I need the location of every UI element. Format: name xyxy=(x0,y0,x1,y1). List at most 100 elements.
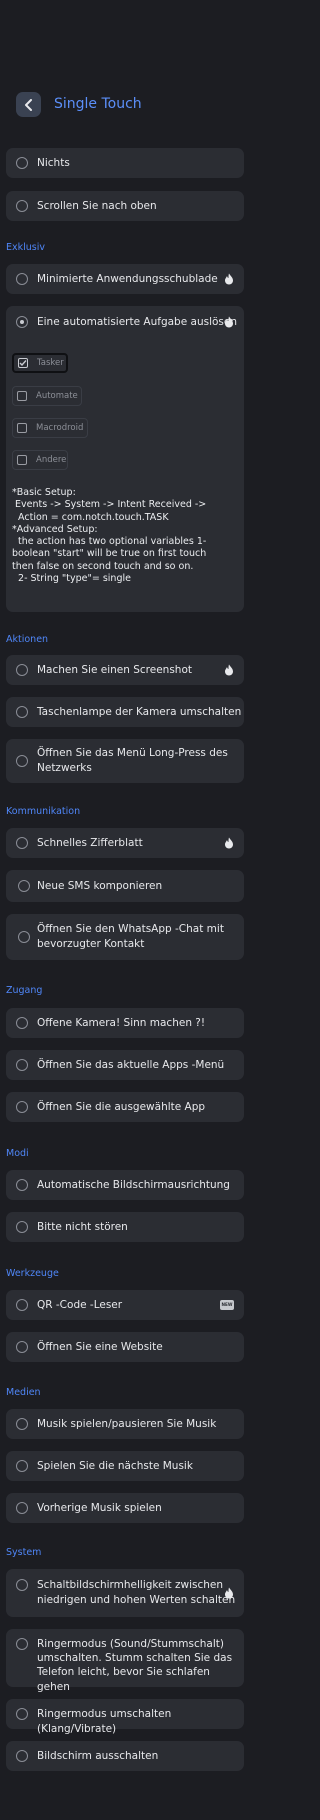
radio-button[interactable] xyxy=(16,1221,28,1233)
section-header-werkzeuge: Werkzeuge xyxy=(6,1268,59,1279)
option-label: Neue SMS komponieren xyxy=(37,880,163,892)
option-label: Spielen Sie die nächste Musik xyxy=(37,1460,193,1472)
flame-icon xyxy=(225,664,233,676)
section-header-kommunikation: Kommunikation xyxy=(6,806,81,817)
checkbox-label: Macrodroid xyxy=(36,423,84,433)
option-label: Öffnen Sie das aktuelle Apps -Menü xyxy=(37,1059,225,1071)
radio-button[interactable] xyxy=(18,931,30,943)
option-label: Ringermodus (Sound/Stummschalt) xyxy=(37,1638,224,1650)
option-label: Öffnen Sie die ausgewählte App xyxy=(37,1101,206,1113)
radio-button[interactable] xyxy=(16,664,28,676)
radio-button[interactable] xyxy=(16,1460,28,1472)
checkbox-unchecked[interactable] xyxy=(17,423,27,433)
page-title: Single Touch xyxy=(54,96,142,112)
checkbox-checked[interactable] xyxy=(18,358,28,368)
radio-button[interactable] xyxy=(16,1299,28,1311)
option-brightness[interactable]: Schaltbildschirmhelligkeit zwischen nied… xyxy=(6,1569,244,1617)
checkbox-unchecked[interactable] xyxy=(17,455,27,465)
option-current-apps[interactable]: Öffnen Sie das aktuelle Apps -Menü xyxy=(6,1050,244,1080)
option-ringer-vibrate[interactable]: Ringermodus umschalten (Klang/Vibrate) xyxy=(6,1699,244,1735)
option-website[interactable]: Öffnen Sie eine Website xyxy=(6,1332,244,1362)
option-label: Nichts xyxy=(37,157,70,169)
option-label: QR -Code -Leser xyxy=(37,1299,123,1311)
option-label: Minimierte Anwendungsschublade xyxy=(37,273,218,285)
radio-button[interactable] xyxy=(16,1638,28,1650)
option-label: Taschenlampe der Kamera umschalten xyxy=(37,706,242,718)
option-selected-app[interactable]: Öffnen Sie die ausgewählte App xyxy=(6,1092,244,1122)
radio-button[interactable] xyxy=(16,1502,28,1514)
back-button[interactable] xyxy=(16,92,41,117)
option-whatsapp[interactable]: Öffnen Sie den WhatsApp -Chat mit bevorz… xyxy=(6,914,244,960)
checkbox-label: Automate xyxy=(36,391,78,401)
section-header-exklusiv: Exklusiv xyxy=(6,242,45,253)
flame-icon xyxy=(225,273,233,285)
option-network-menu[interactable]: Öffnen Sie das Menü Long-Press des Netzw… xyxy=(6,739,244,783)
radio-button[interactable] xyxy=(16,273,28,285)
option-new-sms[interactable]: Neue SMS komponieren xyxy=(6,870,244,902)
checkbox-unchecked[interactable] xyxy=(17,391,27,401)
option-scroll-top[interactable]: Scrollen Sie nach oben xyxy=(6,191,244,221)
radio-button[interactable] xyxy=(16,837,28,849)
option-ringer-silent[interactable]: Ringermodus (Sound/Stummschalt) umschalt… xyxy=(6,1629,244,1693)
option-label: Öffnen Sie den WhatsApp -Chat mit xyxy=(37,923,224,935)
option-label: Öffnen Sie das Menü Long-Press des xyxy=(37,747,228,759)
option-flashlight[interactable]: Taschenlampe der Kamera umschalten xyxy=(6,697,244,727)
option-dnd[interactable]: Bitte nicht stören xyxy=(6,1212,244,1242)
setup-instructions: *Basic Setup: Events -> System -> Intent… xyxy=(12,487,207,585)
option-label: Offene Kamera! Sinn machen ?! xyxy=(37,1017,206,1029)
option-label: umschalten. Stumm schalten Sie das xyxy=(37,1652,233,1664)
radio-button[interactable] xyxy=(16,200,28,212)
option-label: Automatische Bildschirmausrichtung xyxy=(37,1179,230,1191)
checkmark-icon xyxy=(19,360,27,367)
option-label: Schnelles Zifferblatt xyxy=(37,837,143,849)
radio-button[interactable] xyxy=(16,706,28,718)
section-header-system: System xyxy=(6,1547,42,1558)
radio-button[interactable] xyxy=(16,157,28,169)
radio-button[interactable] xyxy=(16,1750,28,1762)
badge-text: NEW xyxy=(221,1302,233,1307)
option-music-play[interactable]: Musik spielen/pausieren Sie Musik xyxy=(6,1409,244,1439)
option-screen-off[interactable]: Bildschirm ausschalten xyxy=(6,1741,244,1771)
option-qr-reader[interactable]: QR -Code -Leser NEW xyxy=(6,1290,244,1320)
option-label: Netzwerks xyxy=(37,762,92,774)
option-label: Ringermodus umschalten (Klang/Vibrate) xyxy=(37,1708,172,1735)
chevron-left-icon xyxy=(24,98,32,111)
flame-icon xyxy=(225,1587,233,1599)
option-label: Scrollen Sie nach oben xyxy=(37,200,157,212)
option-screenshot[interactable]: Machen Sie einen Screenshot xyxy=(6,655,244,685)
option-nichts[interactable]: Nichts xyxy=(6,148,244,178)
option-label: niedrigen und hohen Werten schalten xyxy=(37,1594,236,1606)
option-label: Telefon leicht, bevor Sie schlafen gehen xyxy=(37,1666,210,1693)
radio-button[interactable] xyxy=(16,1101,28,1113)
option-quick-dial[interactable]: Schnelles Zifferblatt xyxy=(6,828,244,858)
flame-icon xyxy=(225,837,233,849)
radio-button[interactable] xyxy=(16,1579,28,1591)
checkbox-macrodroid[interactable]: Macrodroid xyxy=(12,418,88,438)
radio-button[interactable] xyxy=(18,880,30,892)
new-badge: NEW xyxy=(220,1300,234,1310)
checkbox-label: Tasker xyxy=(37,358,64,368)
radio-button[interactable] xyxy=(16,1708,28,1720)
checkbox-automate[interactable]: Automate xyxy=(12,386,82,406)
option-label: Öffnen Sie eine Website xyxy=(37,1341,163,1353)
option-camera[interactable]: Offene Kamera! Sinn machen ?! xyxy=(6,1008,244,1038)
radio-button[interactable] xyxy=(16,1179,28,1191)
option-label: Schaltbildschirmhelligkeit zwischen xyxy=(37,1579,224,1591)
section-header-medien: Medien xyxy=(6,1387,41,1398)
option-music-next[interactable]: Spielen Sie die nächste Musik xyxy=(6,1451,244,1481)
radio-button[interactable] xyxy=(16,1059,28,1071)
option-label: Bitte nicht stören xyxy=(37,1221,128,1233)
radio-button[interactable] xyxy=(16,755,28,767)
checkbox-label: Andere xyxy=(36,455,67,465)
radio-button[interactable] xyxy=(16,1418,28,1430)
option-label: Bildschirm ausschalten xyxy=(37,1750,159,1762)
option-label: bevorzugter Kontakt xyxy=(37,938,145,950)
radio-button[interactable] xyxy=(16,1341,28,1353)
option-auto-rotate[interactable]: Automatische Bildschirmausrichtung xyxy=(6,1170,244,1200)
checkbox-andere[interactable]: Andere xyxy=(12,450,68,470)
radio-button-selected[interactable] xyxy=(16,316,28,328)
option-music-prev[interactable]: Vorherige Musik spielen xyxy=(6,1493,244,1523)
radio-button[interactable] xyxy=(16,1017,28,1029)
option-minimized-drawer[interactable]: Minimierte Anwendungsschublade xyxy=(6,264,244,294)
checkbox-tasker[interactable]: Tasker xyxy=(12,353,68,373)
